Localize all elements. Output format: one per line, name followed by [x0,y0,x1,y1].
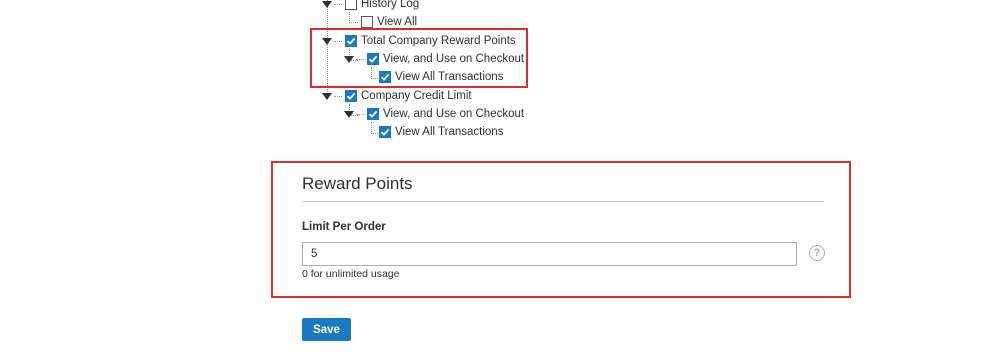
highlight-box-reward-tree [310,28,528,88]
company-credit-limit-checkbox[interactable] [345,90,357,102]
expand-arrow-icon[interactable] [322,92,332,100]
highlight-box-reward-section [271,161,851,298]
checkmark-icon [368,110,378,118]
tree-node-label: Company Credit Limit [361,90,472,102]
page: History Log View All Total Company Rewar… [0,0,1000,354]
expand-arrow-icon[interactable] [344,110,354,118]
tree-node-label: View All Transactions [395,126,504,138]
expand-arrow-icon[interactable] [322,0,332,8]
tree-dash [334,95,342,97]
tree-connector [349,12,358,23]
tree-node-label: History Log [361,0,420,10]
tree-dash [356,113,364,115]
credit-view-use-checkout-checkbox[interactable] [367,108,379,120]
tree-node-label: View All [377,16,418,28]
tree-node-company-credit-limit: Company Credit Limit [322,87,472,105]
tree-dash [334,3,342,5]
history-log-checkbox[interactable] [345,0,357,10]
tree-node-credit-view-use-checkout: View, and Use on Checkout [344,105,524,123]
tree-node-history-log: History Log [322,0,419,13]
checkmark-icon [346,92,356,100]
history-view-all-checkbox[interactable] [361,16,373,28]
checkmark-icon [380,128,390,136]
save-button[interactable]: Save [302,318,351,341]
tree-node-credit-view-all-transactions: View All Transactions [379,123,503,141]
tree-node-label: View, and Use on Checkout [383,108,525,120]
credit-view-all-transactions-checkbox[interactable] [379,126,391,138]
